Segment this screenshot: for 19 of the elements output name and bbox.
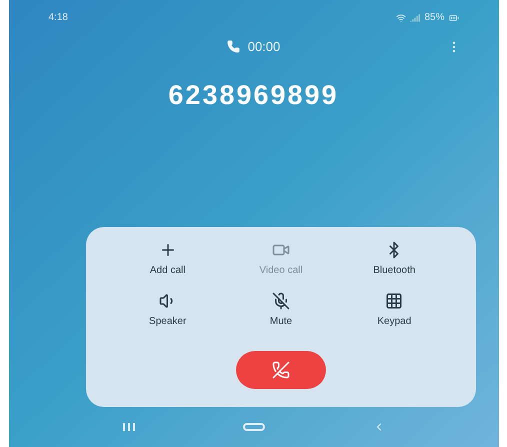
call-action-button[interactable]: Speaker: [111, 292, 224, 329]
signal-icon: [410, 12, 420, 22]
wifi-icon: [396, 12, 406, 22]
muted-microphone-icon: [272, 292, 290, 310]
end-call-button[interactable]: [236, 351, 326, 389]
call-action-button[interactable]: Add call: [111, 241, 224, 278]
phone-icon: [226, 40, 240, 54]
phone-number: 6238969899: [168, 78, 339, 112]
battery-percent: 85%: [424, 11, 444, 25]
call-timer: 00:00: [248, 38, 280, 56]
keypad-icon: [385, 292, 404, 310]
home-icon[interactable]: [242, 423, 264, 431]
battery-icon: [448, 12, 458, 22]
call-action-button[interactable]: Keypad: [338, 292, 451, 329]
status-time: 4:18: [48, 11, 68, 25]
hang-up-icon: [272, 361, 290, 379]
recent-apps-icon[interactable]: [122, 423, 134, 431]
call-action-button[interactable]: Mute: [224, 292, 338, 329]
call-action-button[interactable]: Bluetooth: [338, 241, 451, 278]
